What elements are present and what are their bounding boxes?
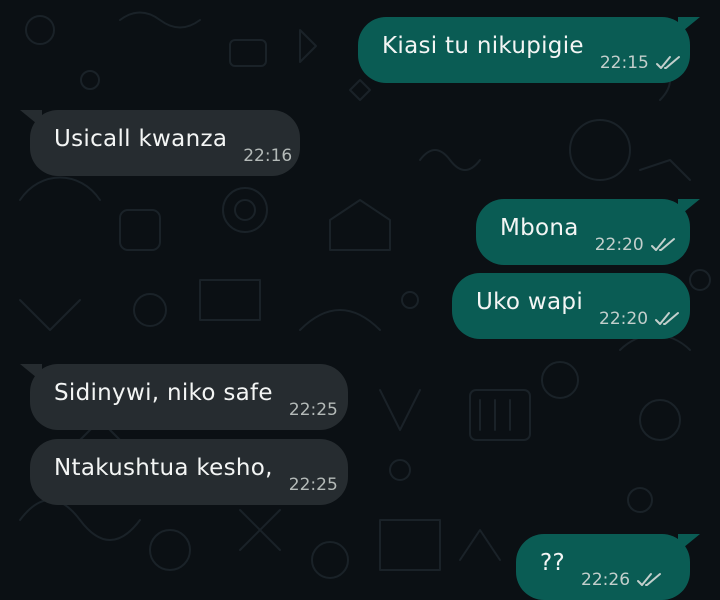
message-meta: 22:25 — [289, 400, 338, 420]
message-meta: 22:15 — [600, 53, 683, 73]
outgoing-message[interactable]: Kiasi tu nikupigie 22:15 — [358, 17, 700, 83]
outgoing-message[interactable]: ?? 22:26 — [516, 534, 700, 600]
double-check-icon — [655, 56, 680, 69]
incoming-message[interactable]: Ntakushtua kesho, 22:25 — [30, 439, 348, 505]
message-text: Mbona — [500, 215, 579, 241]
double-check-icon — [655, 312, 680, 325]
message-time: 22:20 — [599, 309, 649, 329]
message-meta: 22:20 — [595, 235, 678, 255]
message-time: 22:15 — [599, 53, 649, 73]
outgoing-message[interactable]: Mbona 22:20 — [476, 199, 700, 265]
outgoing-message[interactable]: Uko wapi 22:20 — [452, 273, 690, 339]
incoming-message[interactable]: Usicall kwanza 22:16 — [20, 110, 300, 176]
chat-messages-area[interactable]: Kiasi tu nikupigie 22:15 Usicall kwanza … — [0, 0, 720, 600]
message-time: 22:16 — [243, 146, 293, 166]
message-time: 22:25 — [288, 400, 338, 420]
message-text: Sidinywi, niko safe — [54, 380, 273, 406]
message-text: Usicall kwanza — [54, 126, 228, 152]
message-time: 22:26 — [581, 570, 631, 590]
message-meta: 22:25 — [289, 475, 338, 495]
message-text: Uko wapi — [476, 289, 584, 315]
message-meta: 22:26 — [581, 570, 664, 590]
message-meta: 22:16 — [243, 146, 292, 166]
message-meta: 22:20 — [599, 309, 682, 329]
double-check-icon — [637, 573, 662, 586]
message-time: 22:25 — [288, 475, 338, 495]
message-text: Ntakushtua kesho, — [54, 455, 273, 481]
message-text: Kiasi tu nikupigie — [382, 33, 584, 59]
message-time: 22:20 — [594, 235, 644, 255]
incoming-message[interactable]: Sidinywi, niko safe 22:25 — [20, 364, 348, 430]
message-text: ?? — [540, 550, 566, 576]
double-check-icon — [650, 238, 675, 251]
